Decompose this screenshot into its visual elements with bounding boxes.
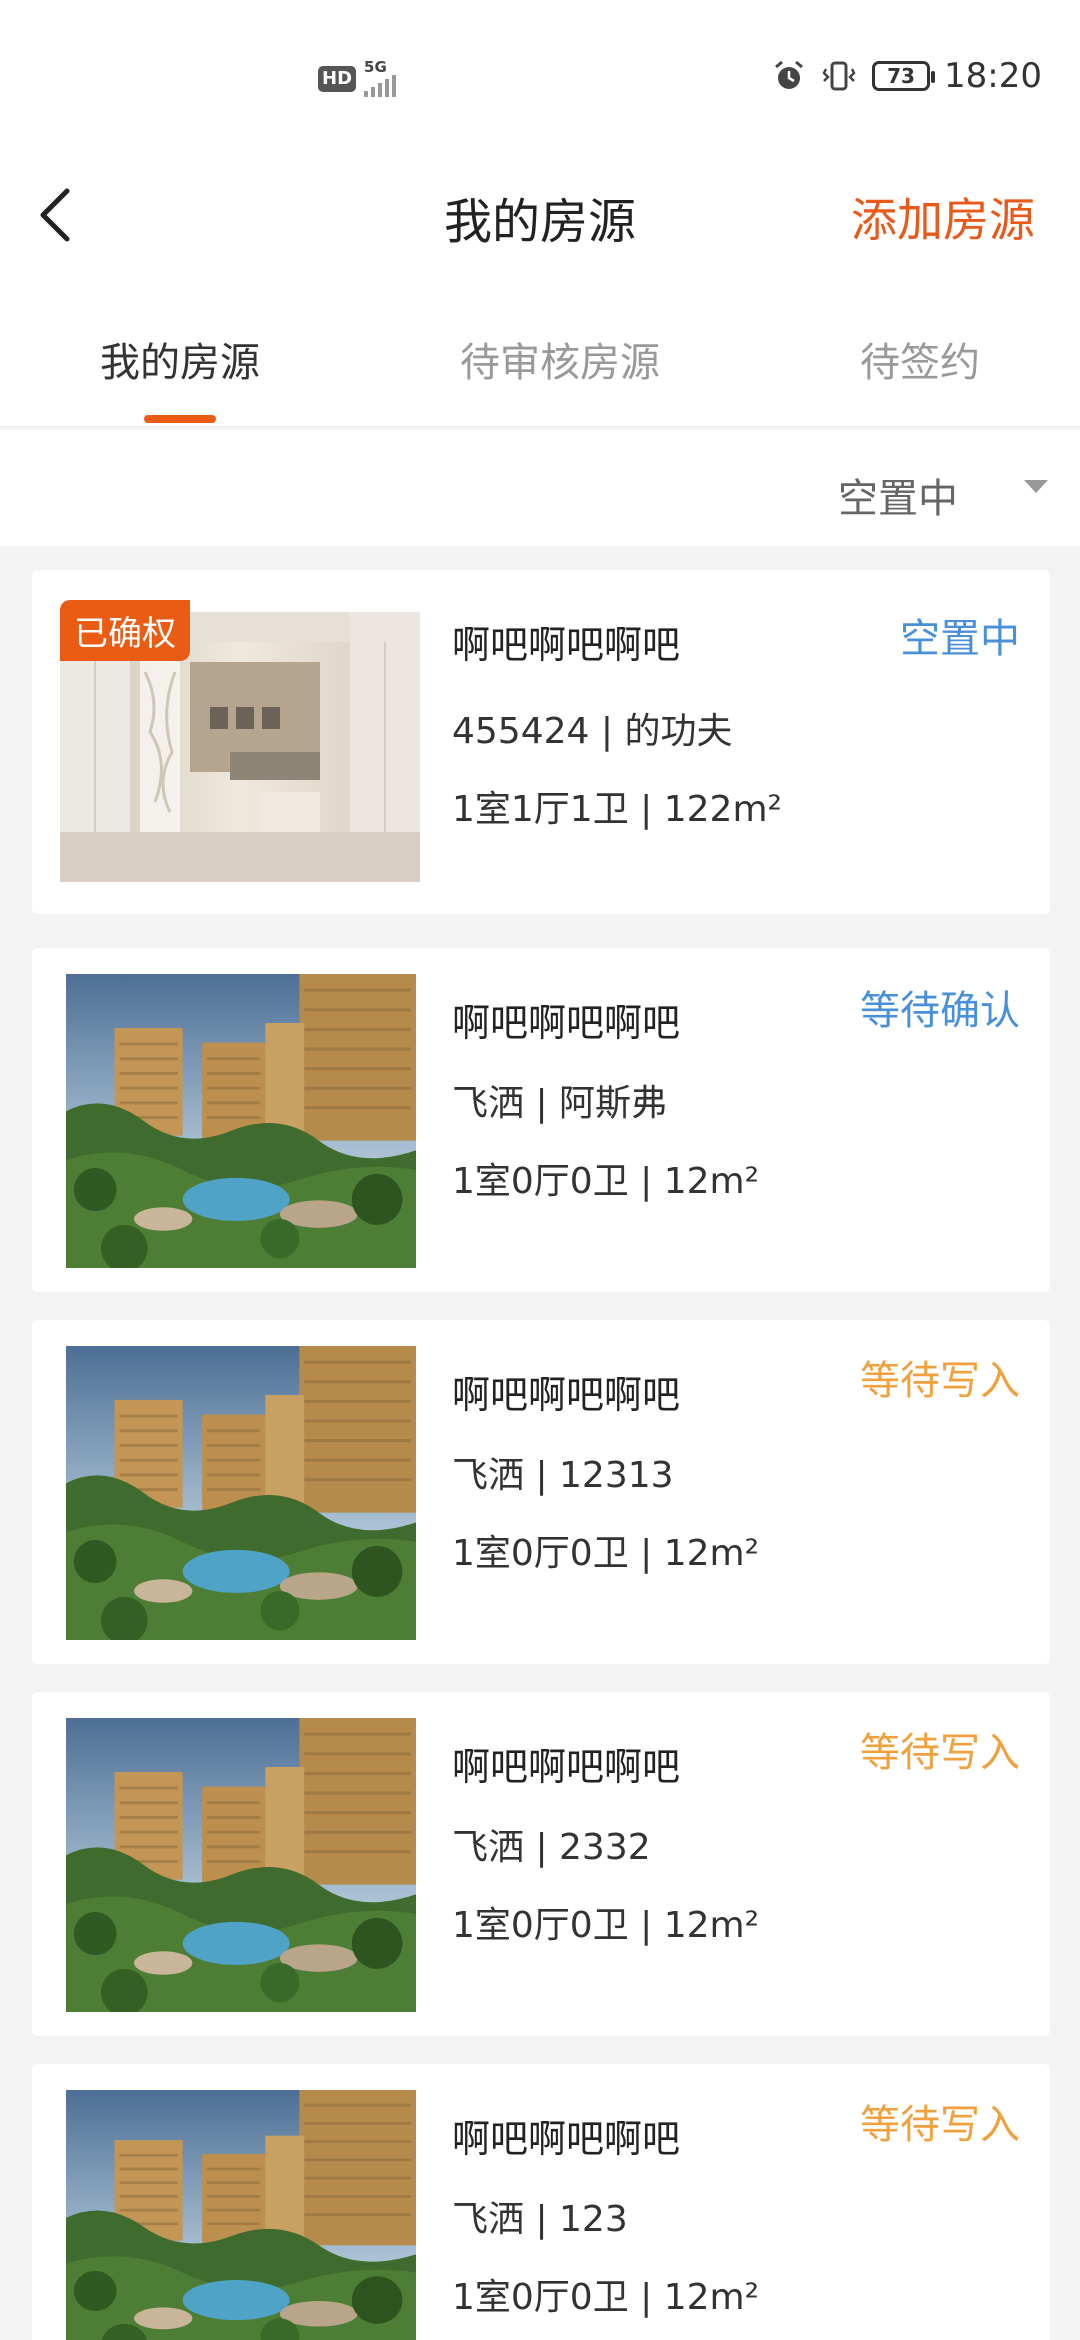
alarm-icon [775, 60, 803, 89]
status-right: 73 18:20 [772, 56, 1042, 96]
filter-bar: 空置中 [0, 430, 1080, 546]
listing-status: 空置中 [900, 616, 1020, 662]
tab-pending-review[interactable]: 待审核房源 [460, 330, 660, 388]
apartment-complex-image [66, 974, 416, 1268]
tab-pending-sign[interactable]: 待签约 [860, 330, 980, 388]
listing-status: 等待确认 [860, 988, 1020, 1034]
apartment-complex-image [66, 1346, 416, 1640]
apartment-complex-image [66, 1718, 416, 2012]
network-type: 5G [364, 58, 387, 76]
add-listing-button[interactable]: 添加房源 [851, 184, 1035, 250]
listing-photo [66, 1718, 416, 2012]
listing-status: 等待写入 [860, 1730, 1020, 1776]
listing-title: 啊吧啊吧啊吧 [452, 623, 681, 667]
active-tab-indicator [144, 415, 216, 423]
listing-card[interactable]: 啊吧啊吧啊吧 飞洒 | 123 1室0厅0卫 | 12m² 等待写入 [32, 2064, 1050, 2340]
listing-subtitle: 飞洒 | 阿斯弗 [452, 1083, 668, 1124]
listing-card[interactable]: 啊吧啊吧啊吧 飞洒 | 阿斯弗 1室0厅0卫 | 12m² 等待确认 [32, 948, 1050, 1292]
clock: 18:20 [944, 56, 1042, 96]
listing-spec: 1室0厅0卫 | 12m² [452, 2277, 760, 2318]
listing-card[interactable]: 已确权 啊吧啊吧啊吧 455424 | 的功夫 1室1厅1卫 | 122m² 空… [32, 570, 1050, 914]
listing-subtitle: 飞洒 | 123 [452, 2199, 628, 2240]
listing-photo [66, 2090, 416, 2340]
network-indicators: HD 5G [318, 58, 397, 97]
listing-spec: 1室0厅0卫 | 12m² [452, 1533, 760, 1574]
listing-spec: 1室0厅0卫 | 12m² [452, 1905, 760, 1946]
listing-title: 啊吧啊吧啊吧 [452, 1001, 681, 1045]
listing-spec: 1室1厅1卫 | 122m² [452, 789, 782, 830]
listing-photo [66, 1346, 416, 1640]
listing-card[interactable]: 啊吧啊吧啊吧 飞洒 | 12313 1室0厅0卫 | 12m² 等待写入 [32, 1320, 1050, 1664]
listing-title: 啊吧啊吧啊吧 [452, 1745, 681, 1789]
listing-subtitle: 飞洒 | 12313 [452, 1455, 674, 1496]
caret-down-icon[interactable] [1024, 480, 1048, 493]
verified-badge: 已确权 [60, 600, 190, 661]
tab-bar: 我的房源 待审核房源 待签约 [0, 280, 1080, 428]
listing-status: 等待写入 [860, 1358, 1020, 1404]
listing-title: 啊吧啊吧啊吧 [452, 1373, 681, 1417]
listing-title: 啊吧啊吧啊吧 [452, 2117, 681, 2161]
app-header: 我的房源 添加房源 [0, 150, 1080, 280]
status-filter-dropdown[interactable]: 空置中 [838, 466, 958, 524]
listing-status: 等待写入 [860, 2102, 1020, 2148]
apartment-complex-image [66, 2090, 416, 2340]
listing-card[interactable]: 啊吧啊吧啊吧 飞洒 | 2332 1室0厅0卫 | 12m² 等待写入 [32, 1692, 1050, 2036]
battery-level: 73 [887, 64, 915, 88]
listing-photo [66, 974, 416, 1268]
tab-my-listings[interactable]: 我的房源 [100, 330, 260, 388]
listing-spec: 1室0厅0卫 | 12m² [452, 1161, 760, 1202]
listing-subtitle: 455424 | 的功夫 [452, 711, 733, 752]
battery-icon: 73 [872, 61, 936, 91]
hd-icon: HD [318, 65, 357, 92]
signal-icon: 5G [364, 58, 397, 97]
status-bar: HD 5G 73 18:20 [0, 0, 1080, 150]
listing-subtitle: 飞洒 | 2332 [452, 1827, 651, 1868]
vibrate-icon [822, 61, 856, 91]
